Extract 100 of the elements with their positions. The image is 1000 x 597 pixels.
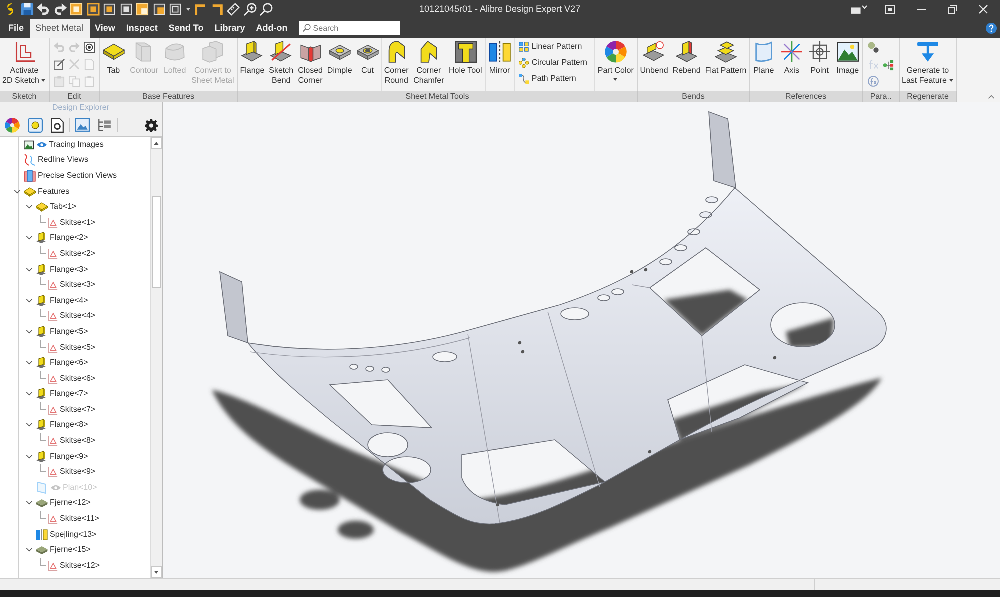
panel-icon[interactable] <box>885 5 895 14</box>
disc-tile-icon[interactable] <box>28 118 43 132</box>
chevron-icon[interactable] <box>26 361 32 366</box>
tree-item[interactable]: Flange<4> <box>50 296 88 306</box>
tree-item[interactable]: Tab<1> <box>50 202 77 212</box>
tree-item[interactable]: Skitse<7> <box>60 404 96 415</box>
plane-button[interactable]: Plane <box>750 38 777 91</box>
menu-tab[interactable]: Send To <box>163 19 210 38</box>
chevron-icon[interactable] <box>26 205 32 210</box>
help-icon[interactable] <box>986 23 997 34</box>
undo-icon[interactable] <box>37 3 50 16</box>
chevron-icon[interactable] <box>14 190 20 194</box>
chevron-icon[interactable] <box>26 392 32 396</box>
tree-item[interactable]: Flange<6> <box>50 358 88 368</box>
tree-view-icon[interactable] <box>97 118 112 132</box>
redo-icon[interactable] <box>54 3 66 16</box>
tree-item[interactable]: Spejling<13> <box>50 530 97 540</box>
document-icon[interactable] <box>86 3 100 16</box>
chevron-icon[interactable] <box>26 454 32 459</box>
bracket-icon[interactable] <box>194 3 207 16</box>
tree-item[interactable]: Skitse<3> <box>60 280 96 290</box>
tree-item[interactable]: Features <box>38 186 70 197</box>
menu-tab[interactable]: Add-on <box>250 19 294 38</box>
tree-item[interactable]: Tracing Images <box>49 140 104 150</box>
menu-tab[interactable]: File <box>3 19 30 38</box>
closed-corner-button[interactable]: Closed Corner <box>296 38 325 91</box>
part-color-button[interactable]: Part Color <box>596 38 636 91</box>
tree-item[interactable]: Skitse<8> <box>60 436 96 446</box>
measure-icon[interactable] <box>227 3 240 16</box>
scrollbar-thumb[interactable] <box>152 196 161 288</box>
document-icon[interactable] <box>51 118 64 132</box>
image-button[interactable]: Image <box>834 38 862 91</box>
mirror-button[interactable]: Mirror <box>486 38 513 91</box>
dimple-button[interactable]: Dimple <box>325 38 354 91</box>
menu-tab[interactable]: Library <box>209 19 251 38</box>
screen-dropdown-icon[interactable] <box>851 5 867 14</box>
color-wheel-icon[interactable] <box>5 118 20 132</box>
tree-item[interactable]: Skitse<5> <box>60 342 96 353</box>
tree-item[interactable]: Fjerne<12> <box>50 498 91 508</box>
caret-icon[interactable] <box>186 8 190 11</box>
save-icon[interactable] <box>20 3 34 16</box>
scroll-up-icon[interactable] <box>154 142 159 144</box>
corner-chamfer-button[interactable]: Corner Chamfer <box>412 38 446 91</box>
point-button[interactable]: Point <box>806 38 833 91</box>
tree-item[interactable]: Skitse<11> <box>60 514 100 524</box>
circular-pattern-button[interactable]: Circular Pattern <box>518 55 590 71</box>
menu-tab[interactable]: Inspect <box>120 19 164 38</box>
sketch-button[interactable]: Activate 2D Sketch <box>0 38 48 91</box>
tree-item[interactable]: Skitse<1> <box>60 218 96 228</box>
zoom-icon[interactable] <box>260 3 273 16</box>
tree-item[interactable]: Flange<2> <box>50 233 88 244</box>
image-view-icon[interactable] <box>75 118 90 132</box>
menu-tab[interactable]: Sheet Metal <box>30 19 90 38</box>
menu-tab[interactable]: View <box>90 19 121 38</box>
zoom-in-icon[interactable] <box>244 3 256 16</box>
tree-item[interactable]: Precise Section Views <box>38 170 117 181</box>
tree-item[interactable]: Flange<9> <box>50 452 88 462</box>
path-pattern-button[interactable]: Path Pattern <box>518 71 590 87</box>
tab-button[interactable]: Tab <box>100 38 127 91</box>
chevron-icon[interactable] <box>26 548 32 552</box>
tree-item[interactable]: Flange<8> <box>50 420 88 430</box>
linear-pattern-button[interactable]: Linear Pattern <box>518 39 590 55</box>
vertical-scrollbar[interactable] <box>150 137 162 578</box>
hierarchy-icon[interactable] <box>883 60 894 71</box>
close-icon[interactable] <box>978 5 988 14</box>
tree-item[interactable]: Redline Views <box>38 155 89 166</box>
restore-icon[interactable] <box>948 5 956 14</box>
target-icon[interactable] <box>84 42 95 54</box>
tree-item[interactable]: Skitse<9> <box>60 467 96 478</box>
tree-item[interactable]: Skitse<4> <box>60 311 96 322</box>
tree-item[interactable]: Flange<5> <box>50 326 88 337</box>
collapse-icon[interactable] <box>988 94 995 98</box>
minimize-icon[interactable] <box>916 8 926 10</box>
parameter-icon[interactable] <box>868 42 879 54</box>
chevron-icon[interactable] <box>26 268 32 272</box>
chevron-icon[interactable] <box>26 330 32 334</box>
settings-icon[interactable] <box>145 118 158 132</box>
flange-button[interactable]: Flange <box>238 38 267 91</box>
chevron-icon[interactable] <box>26 423 32 428</box>
chevron-icon[interactable] <box>26 298 32 303</box>
rebend-button[interactable]: Rebend <box>670 38 703 91</box>
bracket-icon[interactable] <box>210 3 224 16</box>
chevron-icon[interactable] <box>26 501 32 506</box>
tree-item[interactable]: Fjerne<15> <box>50 545 91 556</box>
tree-item[interactable]: Flange<7> <box>50 389 88 400</box>
tree-item[interactable]: Skitse<6> <box>60 374 96 384</box>
generate-button[interactable]: Generate to Last Feature <box>900 38 956 91</box>
tree-item[interactable]: Skitse<12> <box>60 560 100 571</box>
tree-item[interactable]: Flange<3> <box>50 264 88 275</box>
axis-button[interactable]: Axis <box>778 38 805 91</box>
search-field[interactable]: Search <box>299 21 400 35</box>
flat-pattern-button[interactable]: Flat Pattern <box>703 38 749 91</box>
hole-tool-button[interactable]: Hole Tool <box>447 38 484 91</box>
tree-item[interactable]: Skitse<2> <box>60 248 96 259</box>
edit-box-icon[interactable] <box>54 59 65 70</box>
chevron-icon[interactable] <box>26 236 32 240</box>
cut-button[interactable]: Cut <box>354 38 381 91</box>
unbend-button[interactable]: Unbend <box>638 38 670 91</box>
corner-round-button[interactable]: Corner Round <box>382 38 411 91</box>
sketch-bend-button[interactable]: Sketch Bend <box>267 38 296 91</box>
